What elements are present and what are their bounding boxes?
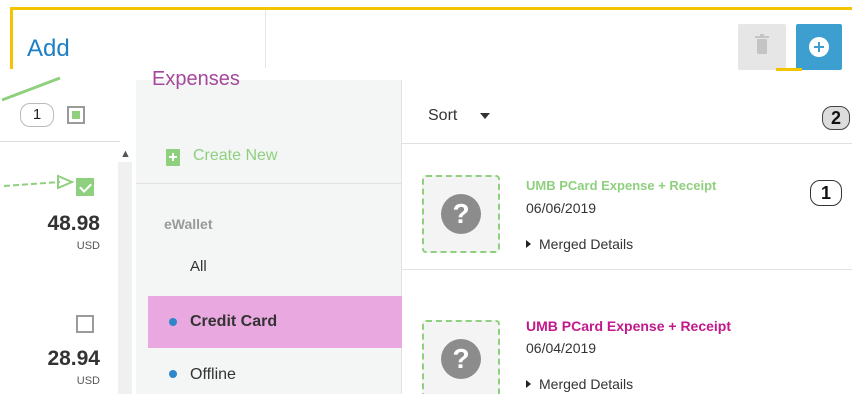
expense-date: 06/06/2019 [526,200,597,216]
category-label: Credit Card [190,313,278,330]
caret-right-icon [526,240,531,248]
annotation-arrow-icon [3,174,75,190]
category-label: Offline [190,366,236,383]
add-button[interactable] [776,24,842,71]
highlight-marker [776,68,802,71]
list-item[interactable]: 28.94 USD [0,285,120,394]
delete-button[interactable] [738,24,786,70]
scroll-up-icon[interactable]: ▲ [120,148,131,160]
question-icon: ? [441,194,481,234]
row-amount: 28.94 [47,347,100,370]
chevron-down-icon[interactable] [480,113,490,119]
merged-details-toggle[interactable]: Merged Details [526,236,633,252]
category-all[interactable]: All [190,258,207,275]
header-divider [265,10,266,68]
top-header [10,7,852,69]
trash-icon [755,34,769,54]
expense-title[interactable]: UMB PCard Expense + Receipt [526,178,716,193]
list-divider [0,141,120,142]
plus-circle-icon [809,37,829,57]
row-currency: USD [76,375,100,387]
create-new-label: Create New [193,147,278,164]
page-title: Add [27,35,70,62]
row-checkbox[interactable] [76,315,94,333]
receipt-thumbnail[interactable]: ? [422,320,500,394]
category-offline[interactable]: Offline [148,348,402,394]
expense-item[interactable]: ? UMB PCard Expense + Receipt 06/04/2019… [402,280,852,394]
step-badge: 2 [822,106,850,130]
scrollbar[interactable] [118,162,132,394]
question-icon: ? [441,339,481,379]
create-new-button[interactable]: Create New [136,132,402,184]
caret-right-icon [526,380,531,388]
expense-title[interactable]: UMB PCard Expense + Receipt [526,318,731,334]
sort-dropdown[interactable]: Sort [428,107,457,125]
row-amount: 48.98 [47,212,100,235]
annotation-arrow-icon [1,76,61,102]
category-credit-card[interactable]: Credit Card [148,296,402,348]
step-badge: 1 [810,180,842,206]
bullet-icon [169,370,177,378]
receipt-thumbnail[interactable]: ? [422,175,500,253]
expense-date: 06/04/2019 [526,340,597,356]
expense-item[interactable]: ? UMB PCard Expense + Receipt 06/06/2019… [402,145,852,270]
group-label: eWallet [164,216,213,232]
panel-title: Expenses [152,68,240,90]
bullet-icon [169,318,177,326]
row-currency: USD [76,240,100,252]
new-document-icon [166,149,180,166]
sort-bar: Sort [402,86,852,144]
merged-details-toggle[interactable]: Merged Details [526,376,633,392]
